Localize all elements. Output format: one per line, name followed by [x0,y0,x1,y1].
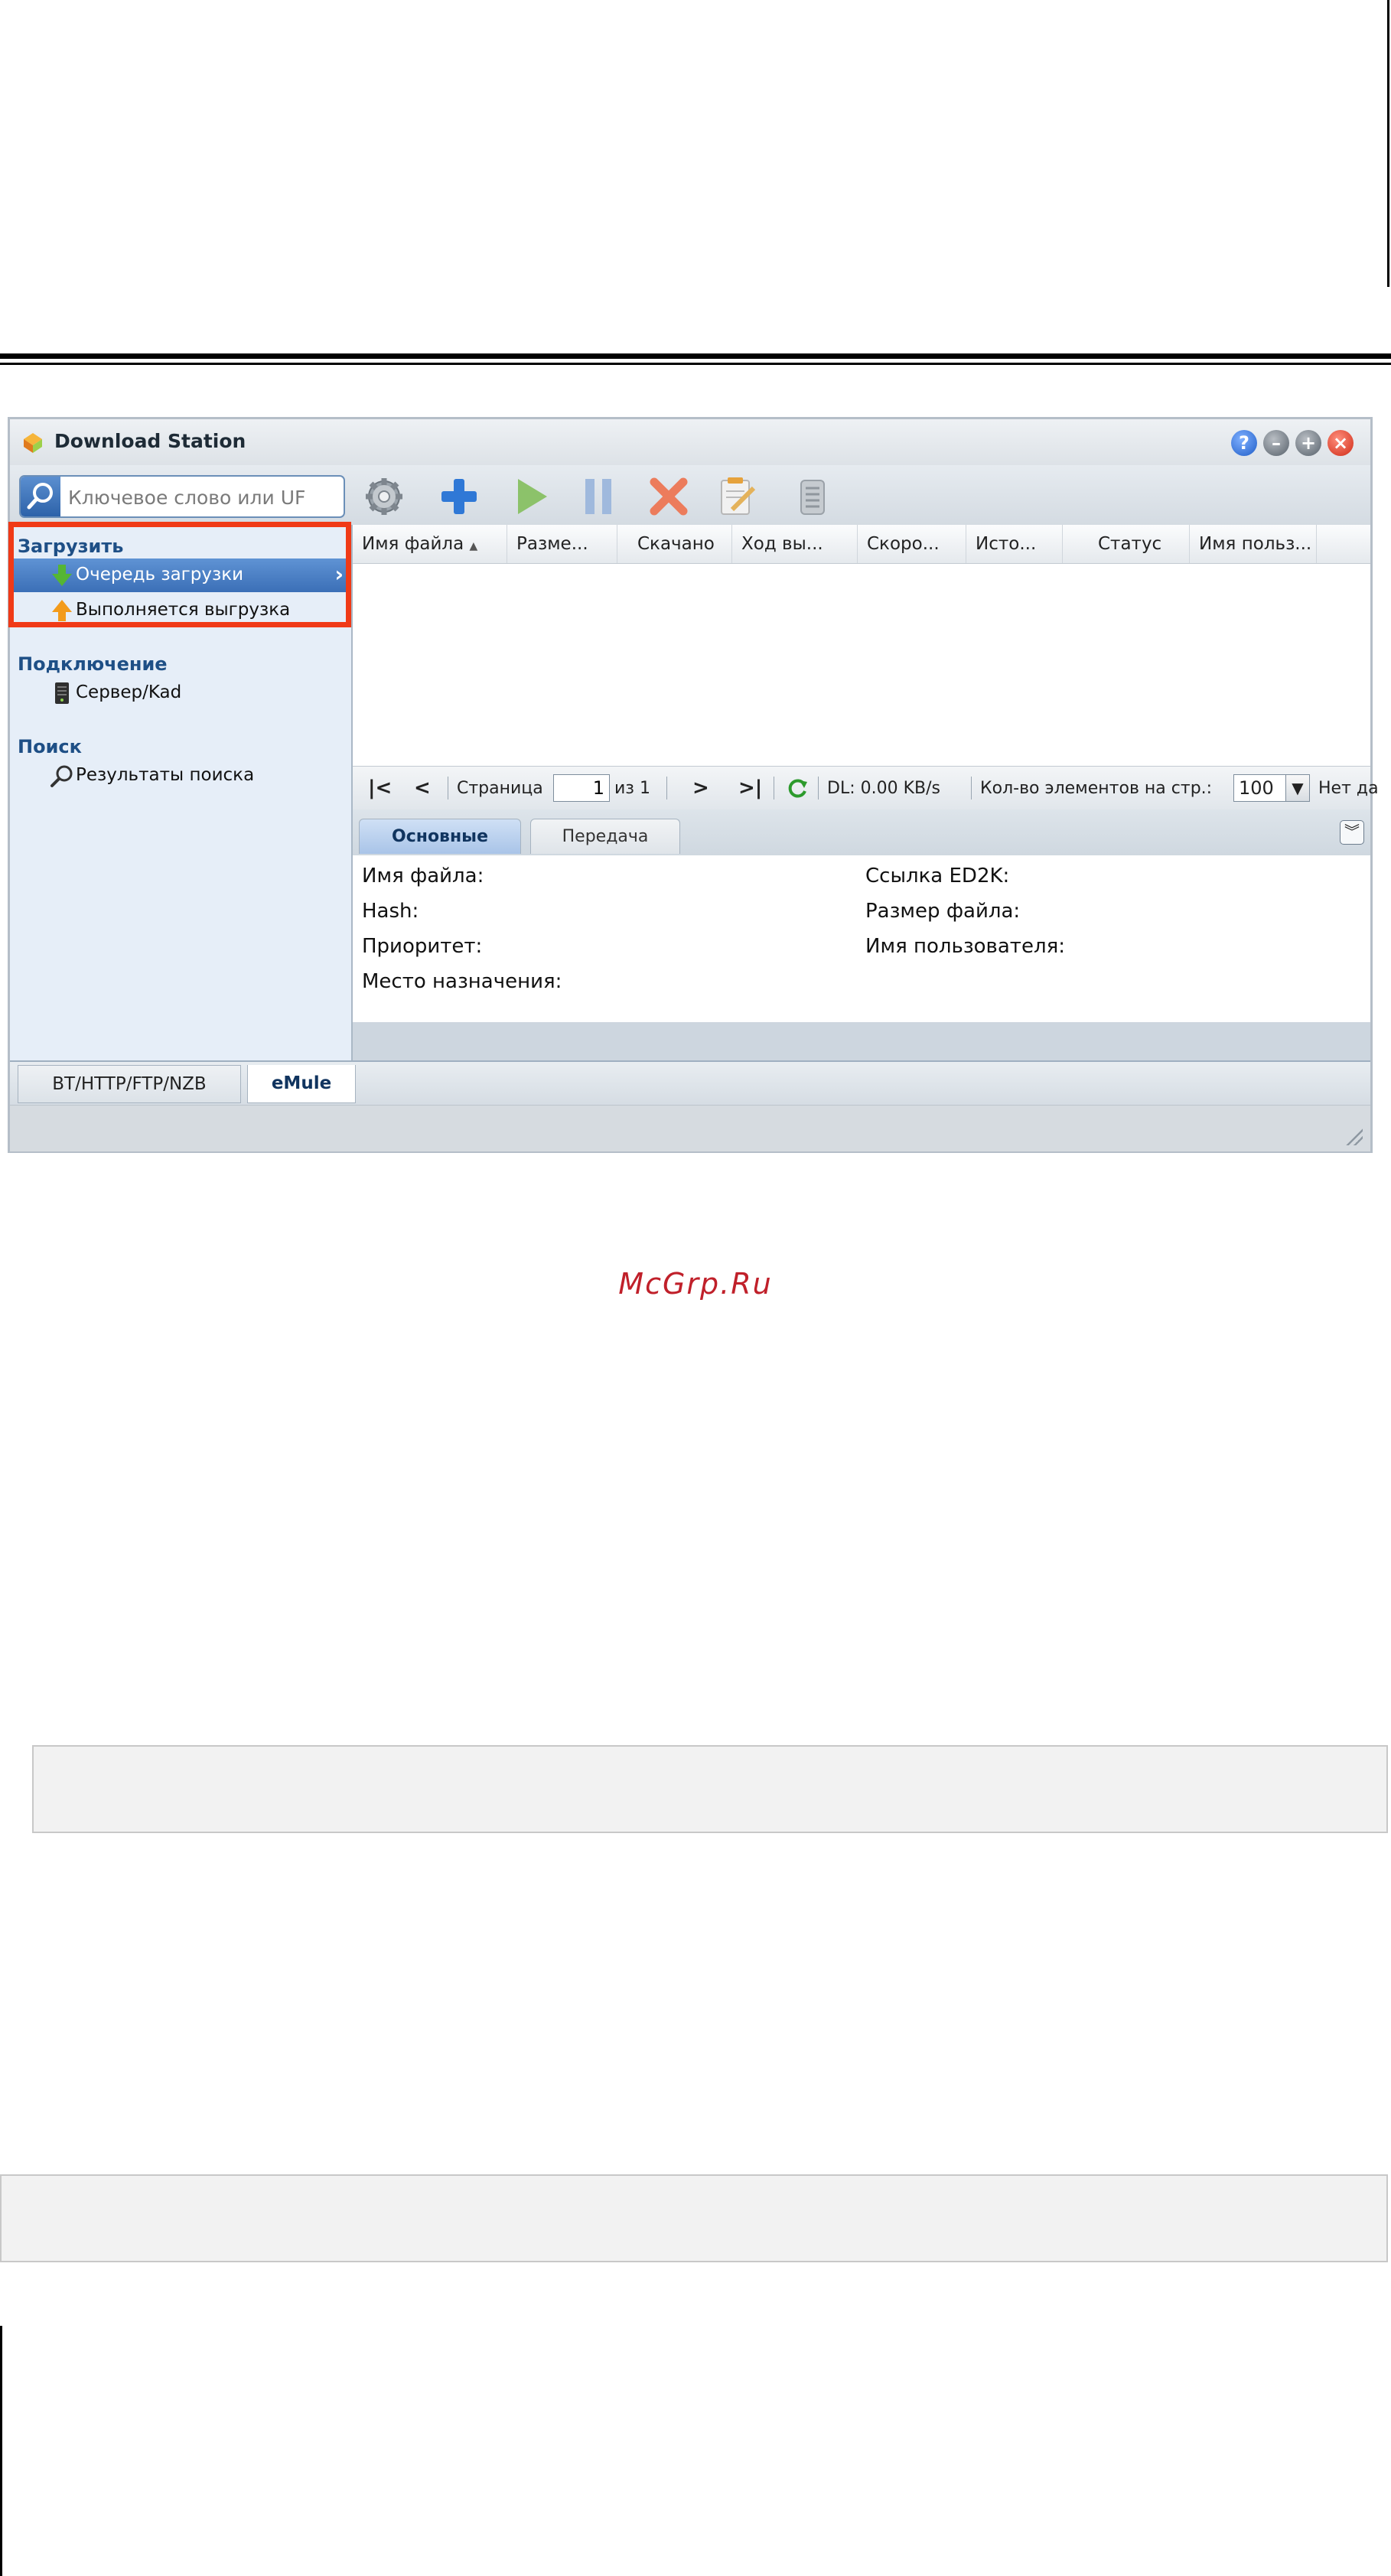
window-title: Download Station [54,430,246,452]
download-speed: DL: 0.00 KB/s [827,779,940,798]
sidebar-section-search: Поиск [18,736,82,757]
search-input[interactable] [67,481,341,513]
download-grid: Имя файла ▲ Разме... Скачано Ход вы... С… [353,525,1379,1022]
minimize-icon[interactable]: – [1263,430,1289,456]
search-box[interactable] [19,475,345,518]
items-per-page-label: Кол-во элементов на стр.: [980,779,1213,798]
page-label: Страница [457,779,543,798]
label-hash: Hash: [362,900,419,923]
grid-header: Имя файла ▲ Разме... Скачано Ход вы... С… [353,525,1370,564]
page-number-input[interactable] [553,774,610,802]
column-header-downloaded[interactable]: Скачано [617,525,732,563]
tab-bt-http-ftp-nzb[interactable]: BT/HTTP/FTP/NZB [18,1065,241,1103]
tab-emule[interactable]: eMule [247,1065,356,1103]
gear-icon[interactable] [362,474,406,519]
protocol-tab-bar: BT/HTTP/FTP/NZB eMule [10,1060,1370,1106]
page-rule-thick [0,353,1391,359]
delete-icon[interactable] [647,474,691,519]
note-box [32,1745,1388,1833]
column-header-size[interactable]: Разме... [507,525,617,563]
search-icon[interactable] [21,477,60,516]
download-station-app-icon [24,433,42,453]
chevron-down-icon[interactable]: ▼ [1285,775,1309,801]
note-box [0,2174,1388,2262]
last-page-button[interactable]: >| [738,767,762,810]
column-header-speed[interactable]: Скоро... [858,525,966,563]
status-bar [10,1105,1370,1151]
label-destination: Место назначения: [362,970,562,993]
items-per-page-value: 100 [1239,777,1274,799]
column-header-file-name[interactable]: Имя файла ▲ [353,525,507,563]
sidebar-section-connection: Подключение [18,653,168,675]
sort-ascending-icon: ▲ [469,540,478,552]
detail-panel: Имя файла: Ссылка ED2K: Hash: Размер фай… [353,855,1370,1022]
play-icon[interactable] [509,474,553,519]
first-page-button[interactable]: |< [368,767,392,810]
column-header-source[interactable]: Исто... [966,525,1063,563]
download-station-window: Download Station ? – + × Ключевое слово … [8,417,1379,1153]
highlight-frame [8,522,351,627]
sidebar-item-label: Сервер/Kad [76,682,182,702]
page-count-label: из 1 [614,779,650,798]
watermark: McGrp.Ru [618,1267,773,1301]
collapse-icon[interactable]: ︾ [1340,820,1364,845]
page-vertical-line-top [1387,0,1389,287]
sidebar: Загрузить Очередь загрузки › Выполняется… [8,522,353,1060]
label-file-size: Размер файла: [865,900,1021,923]
tab-basic[interactable]: Основные [359,819,521,854]
previous-page-button[interactable]: < [414,767,431,810]
page-rule-thin [0,363,1391,365]
close-icon[interactable]: × [1327,430,1354,456]
magnifier-icon [50,765,73,787]
next-page-button[interactable]: > [692,767,709,810]
clear-list-icon[interactable] [790,474,835,519]
label-file-name: Имя файла: [362,865,484,887]
label-priority: Приоритет: [362,935,483,958]
tab-transfer[interactable]: Передача [530,819,680,854]
no-data-label: Нет да [1318,779,1379,798]
sidebar-item-server-kad[interactable]: Сервер/Kad [13,676,350,710]
column-header-user-name[interactable]: Имя польз... [1190,525,1317,563]
maximize-icon[interactable]: + [1295,430,1321,456]
toolbar [10,465,1370,526]
sidebar-item-label: Результаты поиска [76,765,255,785]
resize-grip-icon[interactable] [1344,1127,1363,1145]
sidebar-item-search-results[interactable]: Результаты поиска [13,759,350,793]
items-per-page-select[interactable]: 100 ▼ [1233,774,1310,802]
refresh-icon[interactable] [787,777,809,799]
label-ed2k-link: Ссылка ED2K: [865,865,1010,887]
server-icon [55,682,69,704]
column-label: Имя файла [362,534,464,554]
pager-separator [666,777,667,800]
pager-separator [971,777,972,800]
column-header-status[interactable]: Статус [1063,525,1190,563]
help-icon[interactable]: ? [1231,430,1257,456]
window-titlebar[interactable]: Download Station ? – + × [10,419,1370,465]
page-vertical-line-bottom [0,2326,2,2576]
column-header-progress[interactable]: Ход вы... [732,525,858,563]
pause-icon[interactable] [576,474,621,519]
pagination-bar: |< < Страница из 1 > >| DL: 0.00 KB/s Ко… [353,766,1379,810]
detail-tab-bar: Основные Передача ︾ [353,809,1370,858]
pager-separator [818,777,819,800]
edit-icon[interactable] [715,474,760,519]
label-user-name: Имя пользователя: [865,935,1065,958]
add-icon[interactable] [437,474,481,519]
